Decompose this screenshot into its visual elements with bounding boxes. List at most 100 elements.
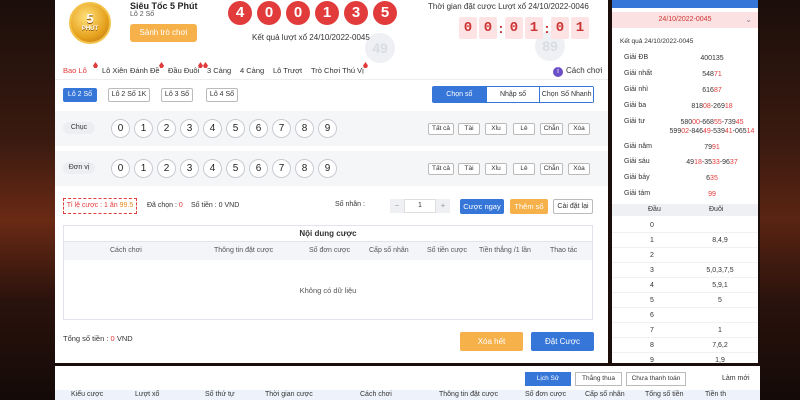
- digit-button[interactable]: 1: [134, 159, 153, 178]
- select-odd-button[interactable]: Lẻ: [513, 163, 535, 175]
- column-header: Số đơn cược: [309, 247, 351, 254]
- select-even-button[interactable]: Chẵn: [540, 163, 563, 175]
- head-digit: 5: [650, 297, 654, 304]
- digit-button[interactable]: 3: [180, 159, 199, 178]
- digit-button[interactable]: 6: [249, 119, 268, 138]
- digit-button[interactable]: 8: [295, 159, 314, 178]
- digit-button[interactable]: 0: [111, 159, 130, 178]
- main-panel: 5 PHÚT Siêu Tốc 5 Phút Lô 2 Số Sảnh trò …: [55, 0, 608, 363]
- bet-type-lo-2-so-1k[interactable]: Lô 2 Số 1K: [108, 88, 150, 102]
- result-ball: 4: [228, 1, 252, 25]
- head-tail-row: 6: [612, 308, 758, 323]
- info-icon: i: [553, 67, 563, 77]
- bet-type-lo-3-so[interactable]: Lô 3 Số: [161, 88, 193, 102]
- prize-value: 400135: [667, 54, 757, 63]
- digit-button[interactable]: 4: [203, 119, 222, 138]
- clear-row-button[interactable]: Xóa: [568, 163, 590, 175]
- digit-button[interactable]: 2: [157, 159, 176, 178]
- head-digit: 4: [650, 282, 654, 289]
- head-digit: 3: [650, 267, 654, 274]
- digit-button[interactable]: 7: [272, 159, 291, 178]
- digit-button[interactable]: 4: [203, 159, 222, 178]
- lobby-button[interactable]: Sảnh trò chơi: [130, 24, 197, 42]
- clear-row-button[interactable]: Xóa: [568, 123, 590, 135]
- select-small-button[interactable]: Xỉu: [485, 163, 507, 175]
- countdown-separator: :: [498, 20, 504, 36]
- head-column-label: Đầu: [648, 206, 661, 213]
- amount-value: 0 VND: [218, 202, 240, 209]
- tab-history[interactable]: Lịch Sử: [525, 372, 571, 386]
- head-tail-header: Đầu Đuôi: [612, 204, 758, 216]
- decrement-button[interactable]: −: [390, 199, 404, 213]
- digit-button[interactable]: 1: [134, 119, 153, 138]
- game-header: 5 PHÚT Siêu Tốc 5 Phút Lô 2 Số Sảnh trò …: [55, 0, 608, 63]
- bet-type-lo-2-so[interactable]: Lô 2 Số: [63, 88, 97, 102]
- tab-label: Lô Trượt: [273, 66, 303, 75]
- tab-dau-duoi[interactable]: Đầu Đuôi: [168, 62, 203, 75]
- multiplier-input[interactable]: 1: [404, 199, 436, 213]
- prize-highlight: 49: [703, 128, 711, 135]
- add-number-button[interactable]: Thêm số: [510, 199, 548, 214]
- draw-selector[interactable]: 24/10/2022-0045 ⌄: [612, 12, 758, 28]
- mode-chon-so[interactable]: Chọn số: [433, 87, 487, 102]
- tab-unpaid[interactable]: Chưa thanh toán: [626, 372, 686, 386]
- tab-label: Trò Chơi Thú Vị: [311, 66, 364, 75]
- mode-nhap-so[interactable]: Nhập số: [486, 87, 541, 102]
- prize-digits: 580: [680, 119, 693, 126]
- digit-button[interactable]: 9: [318, 119, 337, 138]
- select-all-button[interactable]: Tất cả: [428, 123, 454, 135]
- digit-button[interactable]: 5: [226, 119, 245, 138]
- prize-name: Giải ĐB: [624, 54, 649, 61]
- digit-button[interactable]: 3: [180, 119, 199, 138]
- tab-tro-choi-thu-vi[interactable]: Trò Chơi Thú Vị: [311, 62, 368, 75]
- select-odd-button[interactable]: Lẻ: [513, 123, 535, 135]
- place-bet-button[interactable]: Đặt Cược: [531, 332, 594, 351]
- increment-button[interactable]: +: [436, 199, 450, 213]
- digit-button[interactable]: 2: [157, 119, 176, 138]
- odds-box: Tỉ lệ cược : 1 ăn 99.5: [63, 198, 137, 214]
- how-to-play-link[interactable]: i Cách chơi: [553, 66, 602, 77]
- mode-chon-so-nhanh[interactable]: Chọn Số Nhanh: [540, 87, 594, 102]
- column-header: Thao tác: [550, 247, 578, 254]
- tab-danh-de[interactable]: Đánh Đề: [130, 62, 164, 75]
- digit-button[interactable]: 0: [111, 119, 130, 138]
- digit-button[interactable]: 9: [318, 159, 337, 178]
- digit-button[interactable]: 8: [295, 119, 314, 138]
- prize-highlight: 14: [746, 128, 755, 135]
- tail-digits: 7,6,2: [712, 342, 728, 349]
- select-big-button[interactable]: Tài: [458, 123, 480, 135]
- tab-bao-lo[interactable]: Bao Lô: [63, 62, 98, 75]
- quick-bet-button[interactable]: Cược ngay: [460, 199, 504, 214]
- tab-win-loss[interactable]: Thắng thua: [575, 372, 622, 386]
- tab-lo-truot[interactable]: Lô Trượt: [273, 66, 302, 75]
- tail-column-label: Đuôi: [709, 206, 724, 213]
- refresh-button[interactable]: Làm mới: [722, 375, 750, 382]
- select-even-button[interactable]: Chẵn: [540, 123, 563, 135]
- tab-label: 4 Càng: [240, 66, 265, 75]
- digit-button[interactable]: 5: [226, 159, 245, 178]
- tab-lo-xien[interactable]: Lô Xiên: [102, 66, 127, 75]
- selected-value: 0: [178, 202, 183, 209]
- digit-button[interactable]: 6: [249, 159, 268, 178]
- prize-highlight: 45: [735, 119, 744, 126]
- column-header: Số đơn cược: [525, 391, 567, 398]
- tab-4-cang[interactable]: 4 Càng: [240, 66, 264, 75]
- countdown-digit: 0: [505, 17, 523, 39]
- select-small-button[interactable]: Xỉu: [485, 123, 507, 135]
- draw-date: 24/10/2022-0045: [658, 16, 712, 23]
- prize-name: Giải bảy: [624, 174, 650, 181]
- tab-3-cang[interactable]: 3 Càng: [203, 62, 231, 75]
- prize-digits: 49: [686, 159, 695, 166]
- prize-highlight: 08: [703, 103, 711, 110]
- column-header: Thông tin đặt cược: [439, 391, 499, 398]
- select-all-button[interactable]: Tất cả: [428, 163, 454, 175]
- reset-button[interactable]: Cài đặt lại: [553, 199, 593, 214]
- prize-name: Giải năm: [624, 143, 653, 150]
- column-header: Cấp số nhân: [369, 247, 409, 254]
- select-big-button[interactable]: Tài: [458, 163, 480, 175]
- digit-button[interactable]: 7: [272, 119, 291, 138]
- bet-type-lo-4-so[interactable]: Lô 4 Số: [206, 88, 238, 102]
- clear-all-button[interactable]: Xóa hết: [460, 332, 523, 351]
- prize-highlight: 33: [712, 159, 720, 166]
- bet-table-title: Nội dung cược: [64, 226, 592, 242]
